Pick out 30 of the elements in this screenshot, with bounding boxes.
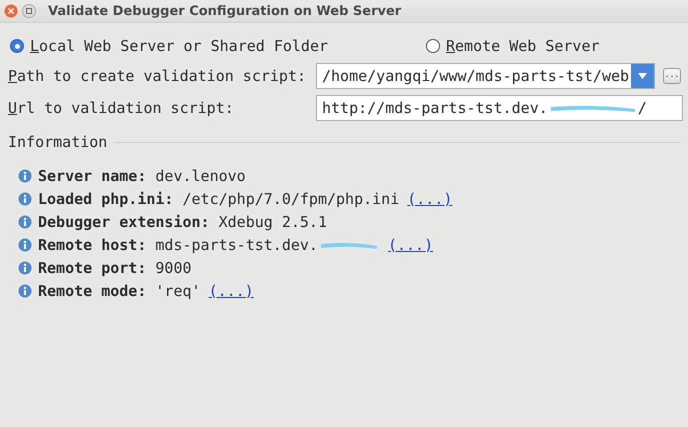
info-text: Remote host: mds-parts-tst.dev. [38,236,318,254]
info-icon [18,214,32,228]
details-link[interactable]: (...) [208,282,254,300]
details-link[interactable]: (...) [407,190,452,208]
info-text: Debugger extension: Xdebug 2.5.1 [38,212,327,230]
radio-label[interactable]: Local Web Server or Shared Folder [30,37,328,55]
info-text: Server name: dev.lenovo [38,166,246,184]
radio-label[interactable]: Remote Web Server [446,37,600,55]
info-icon [18,168,32,182]
radio-button[interactable] [426,39,440,53]
info-icon [18,192,32,206]
dropdown-button[interactable] [631,64,654,88]
info-text: Remote port: 9000 [38,258,192,276]
window-title: Validate Debugger Configuration on Web Server [48,4,402,18]
browse-button[interactable]: ... [663,68,681,84]
caret-down-icon [638,73,647,79]
close-icon[interactable] [4,4,18,18]
field-label: Path to create validation script: [8,67,308,85]
field-label: Url to validation script: [8,99,235,117]
radio-button[interactable] [10,39,24,53]
group-title: Information [8,133,108,151]
info-text: Loaded php.ini: /etc/php/7.0/fpm/php.ini [38,190,400,208]
url-field[interactable]: http://mds-parts-tst.dev. / [316,95,683,121]
info-text: Remote mode: 'req' [38,282,201,300]
info-icon [18,260,32,274]
maximize-icon[interactable] [22,4,36,18]
path-combo-box[interactable]: /home/yangqi/www/mds-parts-tst/web [316,63,655,89]
info-icon [18,284,32,298]
info-icon [18,238,32,252]
details-link[interactable]: (...) [388,236,434,254]
